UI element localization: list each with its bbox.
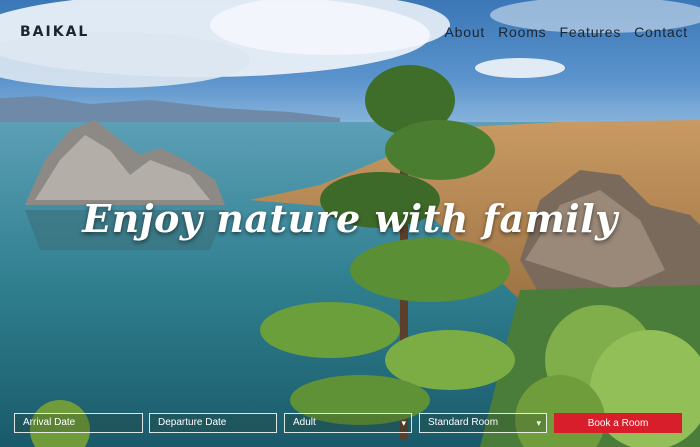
room-type-select[interactable]: Standard Room ▾ bbox=[419, 413, 547, 433]
nav-item-features[interactable]: Features bbox=[559, 24, 621, 40]
arrival-date-input[interactable]: Arrival Date bbox=[14, 413, 143, 433]
chevron-down-icon: ▾ bbox=[536, 418, 541, 428]
departure-date-placeholder: Departure Date bbox=[158, 417, 227, 428]
booking-form: Arrival Date Departure Date Adult ▾ Stan… bbox=[0, 410, 700, 436]
hero-headline: Enjoy nature with family bbox=[82, 196, 618, 241]
guests-select[interactable]: Adult ▾ bbox=[284, 413, 412, 433]
departure-date-input[interactable]: Departure Date bbox=[149, 413, 277, 433]
nav-item-rooms[interactable]: Rooms bbox=[498, 24, 546, 40]
nav-item-contact[interactable]: Contact bbox=[634, 24, 688, 40]
room-type-value: Standard Room bbox=[428, 417, 499, 428]
guests-value: Adult bbox=[293, 417, 316, 428]
arrival-date-placeholder: Arrival Date bbox=[23, 417, 76, 428]
chevron-down-icon: ▾ bbox=[401, 418, 406, 428]
hero-section: BAIKAL About Rooms Features Contact Enjo… bbox=[0, 0, 700, 447]
nav-item-about[interactable]: About bbox=[445, 24, 486, 40]
brand-logo[interactable]: BAIKAL bbox=[20, 24, 89, 40]
main-nav: About Rooms Features Contact bbox=[445, 24, 688, 40]
book-room-button[interactable]: Book a Room bbox=[554, 413, 682, 433]
